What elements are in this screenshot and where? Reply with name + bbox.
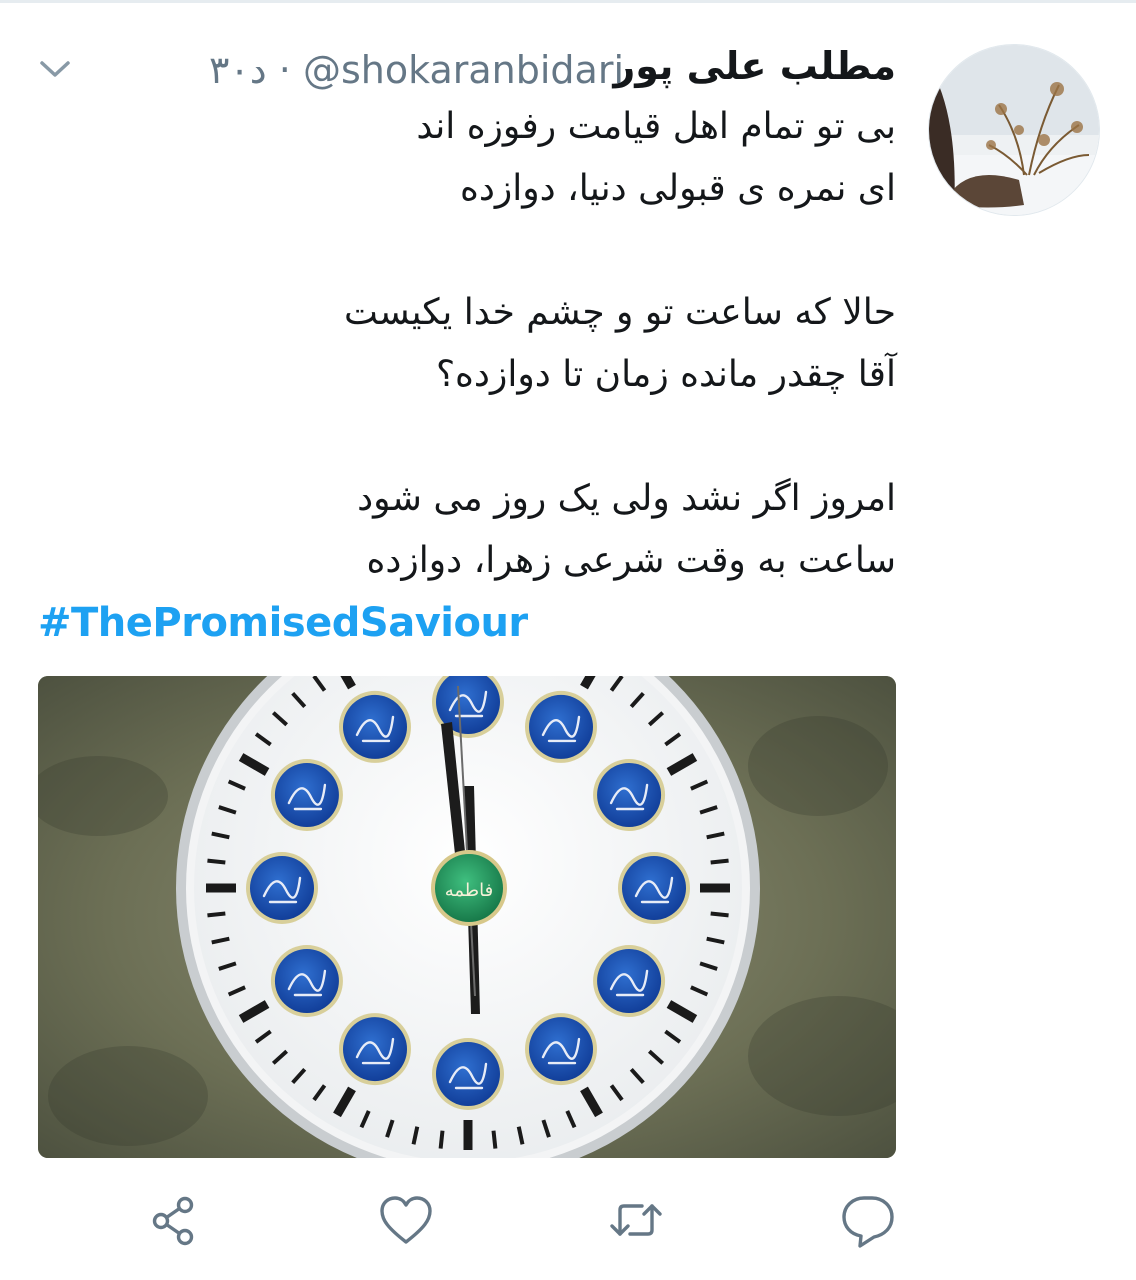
tweet-time[interactable]: ۳۰د (209, 48, 267, 92)
author-handle[interactable]: @shokaranbidari (303, 48, 624, 92)
tweet-media-image[interactable]: فاطمه (38, 676, 896, 1158)
tweet-meta: ۳۰د · @shokaranbidari (209, 48, 624, 92)
clock-center-medal: فاطمه (431, 850, 507, 926)
author-avatar[interactable] (928, 44, 1100, 216)
like-icon (380, 1196, 432, 1244)
clock-hour-medal (246, 852, 318, 924)
tweet-line: امروز اگر نشد ولی یک روز می شود (357, 478, 896, 519)
reply-button[interactable] (838, 1190, 898, 1250)
clock-hour-medal (525, 1013, 597, 1086)
line-break (256, 220, 896, 282)
share-button[interactable] (144, 1190, 204, 1250)
tweet-line: بی تو تمام اهل قیامت رفوزه اند (416, 106, 896, 147)
clock-tick (710, 858, 729, 865)
hashtag-link[interactable]: #ThePromisedSaviour (38, 600, 528, 646)
tweet-line: آقا چقدر مانده زمان تا دوازده؟ (435, 354, 896, 395)
clock-hour-medal (270, 759, 343, 831)
chevron-down-icon[interactable] (38, 54, 72, 84)
tweet-actions (0, 1190, 1136, 1254)
share-icon (152, 1196, 194, 1246)
center-medal-label: فاطمه (445, 880, 493, 901)
clock-tick (491, 1130, 498, 1149)
clock-tick (438, 1130, 445, 1149)
top-divider (0, 0, 1136, 3)
tweet-line: حالا که ساعت تو و چشم خدا یکیست (344, 292, 896, 333)
clock-hour-medal (525, 690, 597, 763)
clock-hour-medal (432, 1038, 504, 1110)
retweet-icon (610, 1204, 662, 1236)
tweet-line: ساعت به وقت شرعی زهرا، دوازده (366, 540, 896, 581)
clock-hour-medal (339, 690, 411, 763)
tweet-line: ای نمره ی قبولی دنیا، دوازده (460, 168, 896, 209)
meta-separator: · (278, 48, 291, 92)
clock-tick (710, 911, 729, 918)
clock-hour-medal (339, 1013, 411, 1086)
clock-hour-medal (618, 852, 690, 924)
line-break (256, 406, 896, 468)
clock-hour-medal (593, 945, 666, 1017)
clock-hour-medal (270, 945, 343, 1017)
author-name[interactable]: مطلب علی پور (613, 44, 896, 88)
clock-tick (207, 911, 226, 918)
retweet-button[interactable] (606, 1190, 666, 1250)
like-button[interactable] (376, 1190, 436, 1250)
tweet-text: بی تو تمام اهل قیامت رفوزه اند ای نمره ی… (256, 96, 896, 592)
reply-icon (842, 1196, 894, 1248)
clock-hour-medal (593, 759, 666, 831)
clock-tick (207, 858, 226, 865)
